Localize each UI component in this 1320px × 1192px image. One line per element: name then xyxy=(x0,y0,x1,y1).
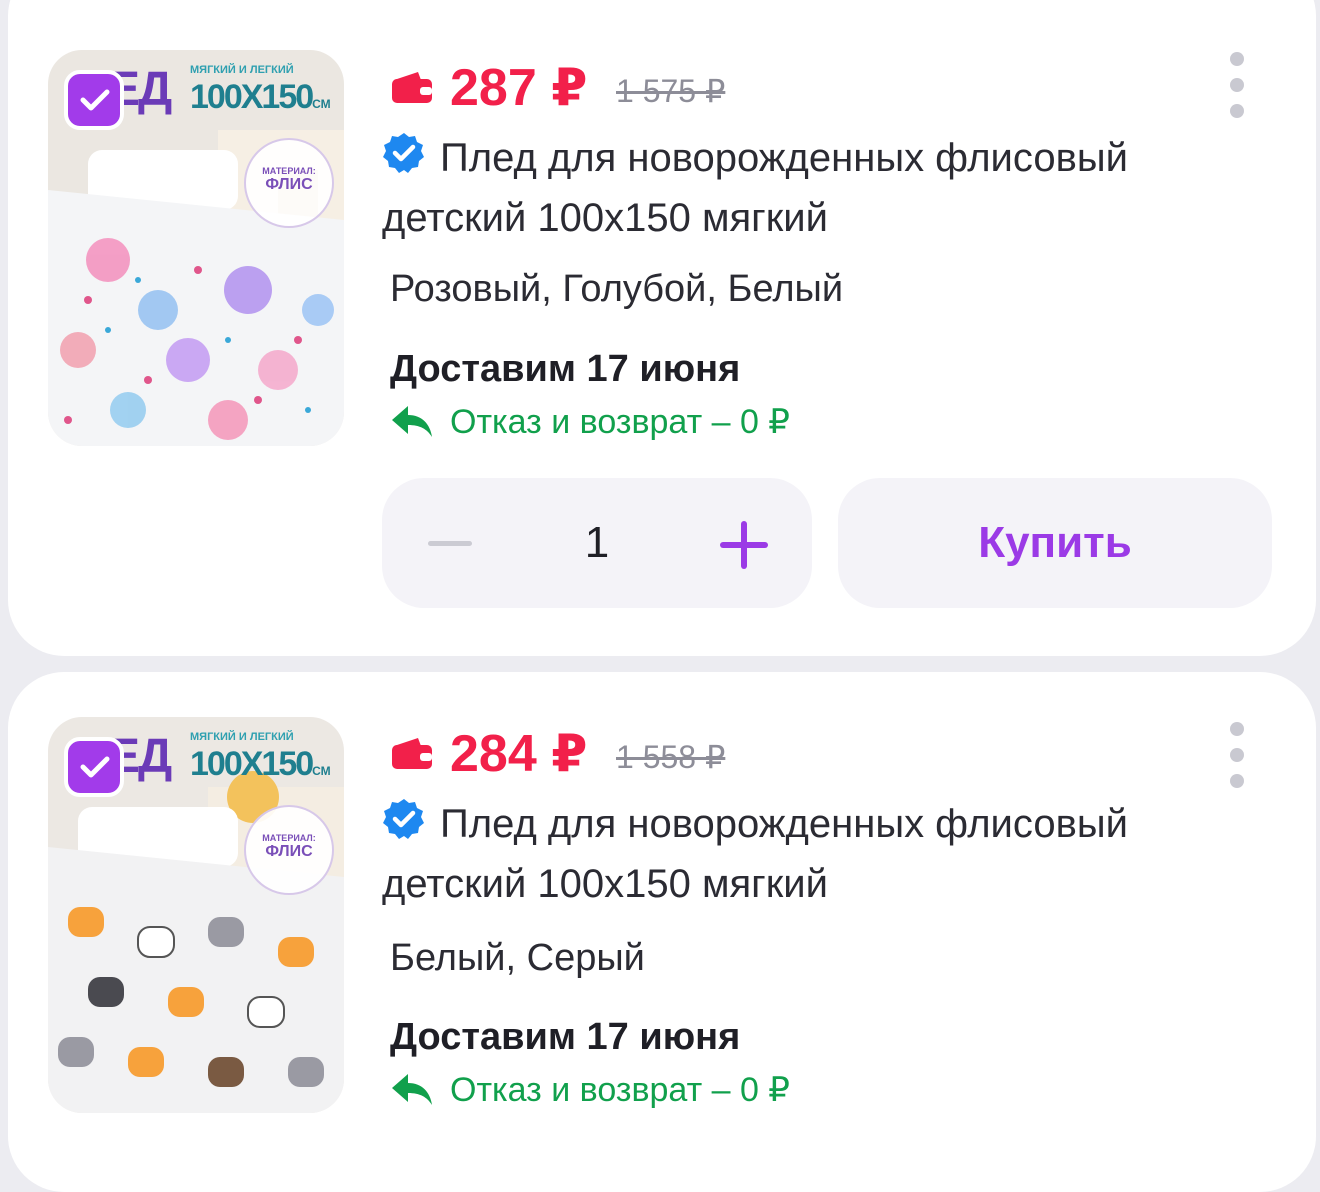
product-card[interactable]: ЕД МЯГКИЙ И ЛЕГКИЙ 100Х150СМ МАТЕРИАЛ: Ф… xyxy=(8,0,1316,656)
wallet-icon xyxy=(392,72,432,103)
product-image[interactable]: ЕД МЯГКИЙ И ЛЕГКИЙ 100Х150СМ МАТЕРИАЛ: Ф… xyxy=(48,50,344,446)
product-image[interactable]: ЕД МЯГКИЙ И ЛЕГКИЙ 100Х150СМ МАТЕРИАЛ: Ф… xyxy=(48,717,344,1113)
delivery-date: Доставим 17 июня xyxy=(390,1016,741,1058)
product-title-row[interactable]: Плед для новорожденных флисовый детский … xyxy=(382,128,1252,248)
increase-quantity-button[interactable] xyxy=(716,518,772,574)
return-arrow-icon xyxy=(392,1074,432,1105)
select-checkbox[interactable] xyxy=(64,737,124,797)
return-policy-text: Отказ и возврат – 0 ₽ xyxy=(450,403,790,441)
return-arrow-icon xyxy=(392,406,432,437)
material-badge: МАТЕРИАЛ: ФЛИС xyxy=(244,138,334,228)
old-price: 1 575 ₽ xyxy=(616,73,726,109)
material-label: МАТЕРИАЛ: xyxy=(262,166,316,176)
product-colors: Розовый, Голубой, Белый xyxy=(390,268,844,310)
decrease-quantity-button[interactable] xyxy=(422,523,478,563)
checkmark-icon xyxy=(80,89,110,111)
more-vertical-icon[interactable] xyxy=(1230,722,1246,800)
current-price: 287 ₽ xyxy=(450,59,588,117)
material-badge: МАТЕРИАЛ: ФЛИС xyxy=(244,805,334,895)
product-card[interactable]: ЕД МЯГКИЙ И ЛЕГКИЙ 100Х150СМ МАТЕРИАЛ: Ф… xyxy=(8,672,1316,1192)
buy-button[interactable]: Купить xyxy=(838,478,1272,608)
image-banner: ЕД МЯГКИЙ И ЛЕГКИЙ 100Х150СМ xyxy=(108,58,343,120)
quantity-value: 1 xyxy=(584,518,610,567)
select-checkbox[interactable] xyxy=(64,70,124,130)
delivery-date: Доставим 17 июня xyxy=(390,348,741,390)
image-banner: ЕД МЯГКИЙ И ЛЕГКИЙ 100Х150СМ xyxy=(108,725,343,787)
product-title-row[interactable]: Плед для новорожденных флисовый детский … xyxy=(382,794,1252,914)
current-price: 284 ₽ xyxy=(450,725,588,783)
product-title: Плед для новорожденных флисовый детский … xyxy=(382,136,1128,240)
badge-subtitle: МЯГКИЙ И ЛЕГКИЙ xyxy=(190,731,294,743)
badge-size: 100Х150СМ xyxy=(190,745,331,783)
verified-icon xyxy=(383,799,424,839)
material-value: ФЛИС xyxy=(265,176,313,193)
product-title: Плед для новорожденных флисовый детский … xyxy=(382,802,1128,906)
product-colors: Белый, Серый xyxy=(390,937,645,979)
checkmark-icon xyxy=(80,756,110,778)
badge-size: 100Х150СМ xyxy=(190,78,331,116)
old-price: 1 558 ₽ xyxy=(616,739,726,775)
quantity-stepper[interactable]: 1 xyxy=(382,478,812,608)
verified-icon xyxy=(383,133,424,173)
return-policy-text: Отказ и возврат – 0 ₽ xyxy=(450,1071,790,1109)
badge-subtitle: МЯГКИЙ И ЛЕГКИЙ xyxy=(190,64,294,76)
material-label: МАТЕРИАЛ: xyxy=(262,833,316,843)
more-vertical-icon[interactable] xyxy=(1230,52,1246,130)
material-value: ФЛИС xyxy=(265,843,313,860)
wallet-icon xyxy=(392,738,432,769)
